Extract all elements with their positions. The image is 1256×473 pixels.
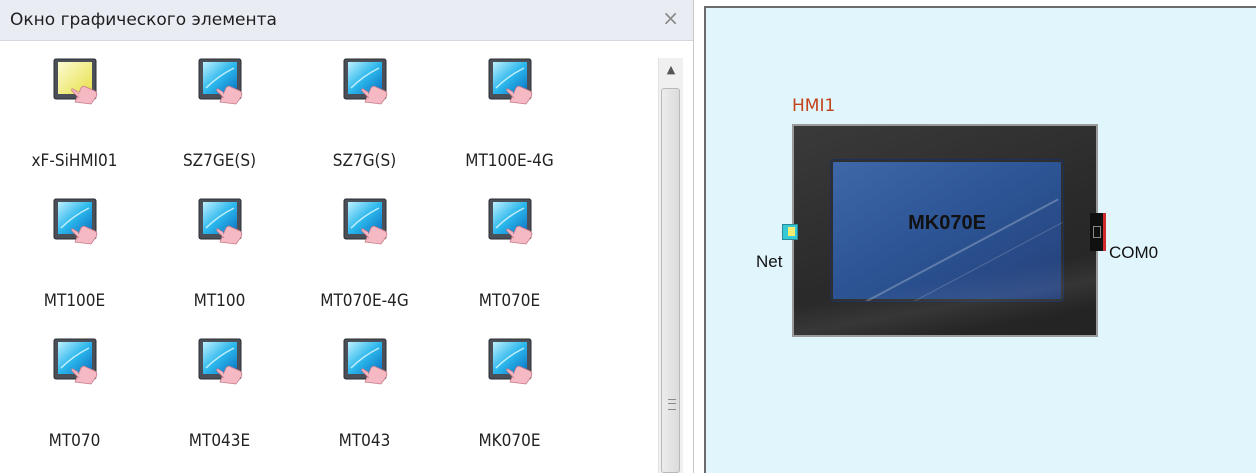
com-port-label: COM0 [1109,243,1159,262]
hmi-touch-screen-icon [341,198,389,246]
panel-title: Окно графического элемента [10,10,277,30]
scroll-grip-icon [668,399,676,410]
device-name: HMI1 [792,96,836,116]
hmi-touch-screen-icon [196,198,244,246]
element-tile-label: SZ7G(S) [332,151,397,171]
hmi-screen: MK070E [830,159,1064,302]
element-tile[interactable]: MT070E [437,188,582,328]
element-tile[interactable]: MT100 [147,188,292,328]
net-port-icon[interactable] [782,224,798,240]
scroll-up-arrow-icon[interactable]: ▲ [659,58,683,82]
element-tile-label: MT043 [338,431,391,451]
element-tile[interactable]: SZ7G(S) [292,48,437,188]
element-tile-label: MT100 [193,291,246,311]
element-tile-label: MT100E-4G [465,151,554,171]
element-tile-label: MK070E [478,431,541,451]
element-tile-label: MT043E [188,431,251,451]
design-canvas[interactable]: HMI1 MK070E Net COM0 [704,6,1256,473]
element-tile-label: MT100E [43,291,106,311]
hmi-device[interactable]: MK070E [792,124,1098,337]
element-grid: xF-SiHMI01 SZ7GE(S) SZ7G(S) MT100E-4G MT100E… [0,40,658,473]
graphic-element-window: Окно графического элемента × xF-SiHMI01 S… [0,0,694,473]
net-port-label: Net [756,252,783,271]
element-tile-label: xF-SiHMI01 [31,151,118,171]
hmi-touch-screen-icon [51,338,99,386]
element-tile[interactable]: MT070 [2,328,147,468]
vertical-scrollbar[interactable]: ▲ [658,58,683,473]
com-port-icon[interactable] [1090,213,1106,251]
hmi-yellow-screen-icon [51,58,99,106]
element-tile-label: MT070E [478,291,541,311]
element-tile-label: MT070E-4G [320,291,409,311]
element-tile[interactable]: MT043 [292,328,437,468]
panel-header: Окно графического элемента × [0,0,693,41]
element-tile[interactable]: SZ7GE(S) [147,48,292,188]
hmi-model-label: MK070E [908,212,986,234]
scroll-thumb[interactable] [661,88,680,473]
hmi-touch-screen-icon [341,338,389,386]
hmi-touch-screen-icon [51,198,99,246]
close-icon[interactable]: × [662,8,679,28]
hmi-touch-screen-icon [196,338,244,386]
hmi-touch-screen-icon [486,338,534,386]
hmi-touch-screen-icon [486,198,534,246]
element-tile-label: MT070 [48,431,101,451]
hmi-touch-screen-icon [341,58,389,106]
element-tile[interactable]: MT100E [2,188,147,328]
element-tile[interactable]: MT070E-4G [292,188,437,328]
element-tile-label: SZ7GE(S) [182,151,257,171]
hmi-touch-screen-icon [196,58,244,106]
element-tile[interactable]: MT100E-4G [437,48,582,188]
hmi-touch-screen-icon [486,58,534,106]
element-tile[interactable]: MT043E [147,328,292,468]
element-tile[interactable]: MK070E [437,328,582,468]
element-tile[interactable]: xF-SiHMI01 [2,48,147,188]
